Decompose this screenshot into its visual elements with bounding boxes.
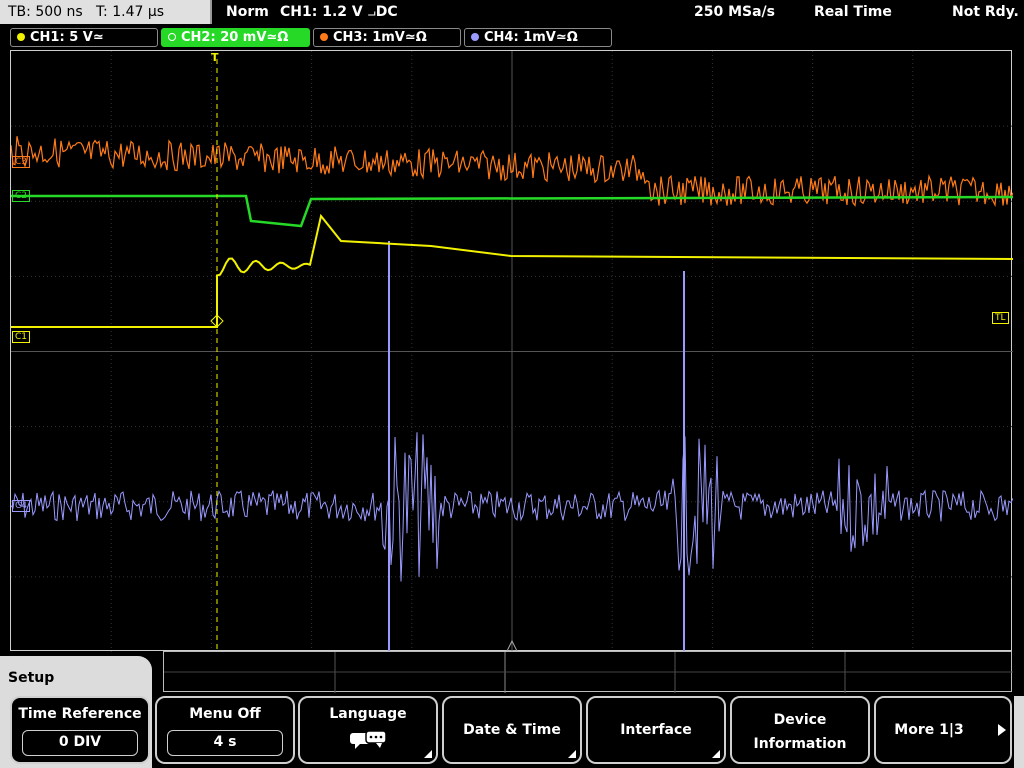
waveform-canvas	[11, 51, 1013, 652]
date-time-softkey[interactable]: Date & Time	[442, 696, 582, 764]
channel-2-label: CH2: 20 mV≃Ω	[181, 30, 289, 45]
acquisition-mode[interactable]: Real Time	[814, 0, 892, 24]
acquisition-status: Not Rdy.	[952, 4, 1019, 20]
date-time-label: Date & Time	[463, 722, 561, 738]
trigger-time-value: T: 1.47 µs	[96, 4, 165, 20]
channel-2-color-dot	[168, 33, 176, 41]
device-information-softkey[interactable]: Device Information	[730, 696, 870, 764]
language-label: Language	[329, 706, 407, 722]
time-reference-value: 0 DIV	[22, 730, 138, 756]
status-header: TB: 500 ns T: 1.47 µs Norm CH1: 1.2 V ⨼D…	[0, 0, 1024, 26]
channel-1-label: CH1: 5 V≃	[30, 30, 104, 45]
menu-off-softkey[interactable]: Menu Off 4 s	[155, 696, 295, 764]
menu-off-label: Menu Off	[189, 706, 261, 722]
waveform-display[interactable]	[10, 50, 1013, 652]
menu-title: Setup	[8, 670, 55, 686]
trigger-source-info[interactable]: CH1: 1.2 V ⨼DC	[280, 0, 398, 24]
menu-scrollbar[interactable]	[1014, 696, 1024, 768]
trigger-level-marker[interactable]: TL	[992, 312, 1009, 324]
time-reference-softkey[interactable]: Time Reference 0 DIV	[10, 696, 150, 764]
submenu-corner-icon	[424, 750, 432, 758]
channel-3-tab[interactable]: CH3: 1mV≃Ω	[313, 28, 461, 47]
channel-3-label: CH3: 1mV≃Ω	[333, 30, 427, 45]
menu-off-value: 4 s	[167, 730, 283, 756]
trigger-info: CH1: 1.2 V	[280, 4, 363, 20]
more-softkey[interactable]: More 1|3	[874, 696, 1012, 764]
time-reference-label: Time Reference	[18, 706, 142, 722]
zoom-overview-strip	[163, 651, 1013, 693]
language-softkey[interactable]: Language	[298, 696, 438, 764]
speech-bubbles-icon	[350, 730, 387, 749]
channel-4-label: CH4: 1mV≃Ω	[484, 30, 578, 45]
channel-1-marker[interactable]: C1	[12, 331, 31, 343]
interface-label: Interface	[620, 722, 692, 738]
trigger-mode[interactable]: Norm	[226, 0, 269, 24]
interface-softkey[interactable]: Interface	[586, 696, 726, 764]
channel-4-color-dot	[471, 33, 479, 41]
next-page-icon	[998, 724, 1006, 736]
timebase-value: TB: 500 ns	[8, 4, 83, 20]
device-info-label-line2: Information	[753, 736, 847, 752]
channel-2-tab[interactable]: CH2: 20 mV≃Ω	[161, 28, 310, 47]
sample-rate: 250 MSa/s	[694, 4, 776, 20]
overview-grid	[164, 652, 1013, 693]
timebase-readout[interactable]: TB: 500 ns T: 1.47 µs	[0, 0, 212, 24]
trigger-coupling: DC	[375, 4, 398, 20]
device-info-label-line1: Device	[773, 712, 827, 728]
submenu-corner-icon	[712, 750, 720, 758]
channel-4-tab[interactable]: CH4: 1mV≃Ω	[464, 28, 612, 47]
channel-4-marker[interactable]: C4	[12, 500, 31, 512]
submenu-corner-icon	[568, 750, 576, 758]
trigger-position-marker[interactable]: T	[211, 52, 219, 64]
more-label: More 1|3	[894, 722, 964, 738]
channel-1-color-dot	[17, 33, 25, 41]
channel-1-tab[interactable]: CH1: 5 V≃	[10, 28, 158, 47]
channel-3-color-dot	[320, 33, 328, 41]
channel-2-marker[interactable]: C2	[12, 190, 31, 202]
rising-edge-icon: ⨼	[367, 4, 376, 20]
channel-3-marker[interactable]: C3	[12, 156, 31, 168]
